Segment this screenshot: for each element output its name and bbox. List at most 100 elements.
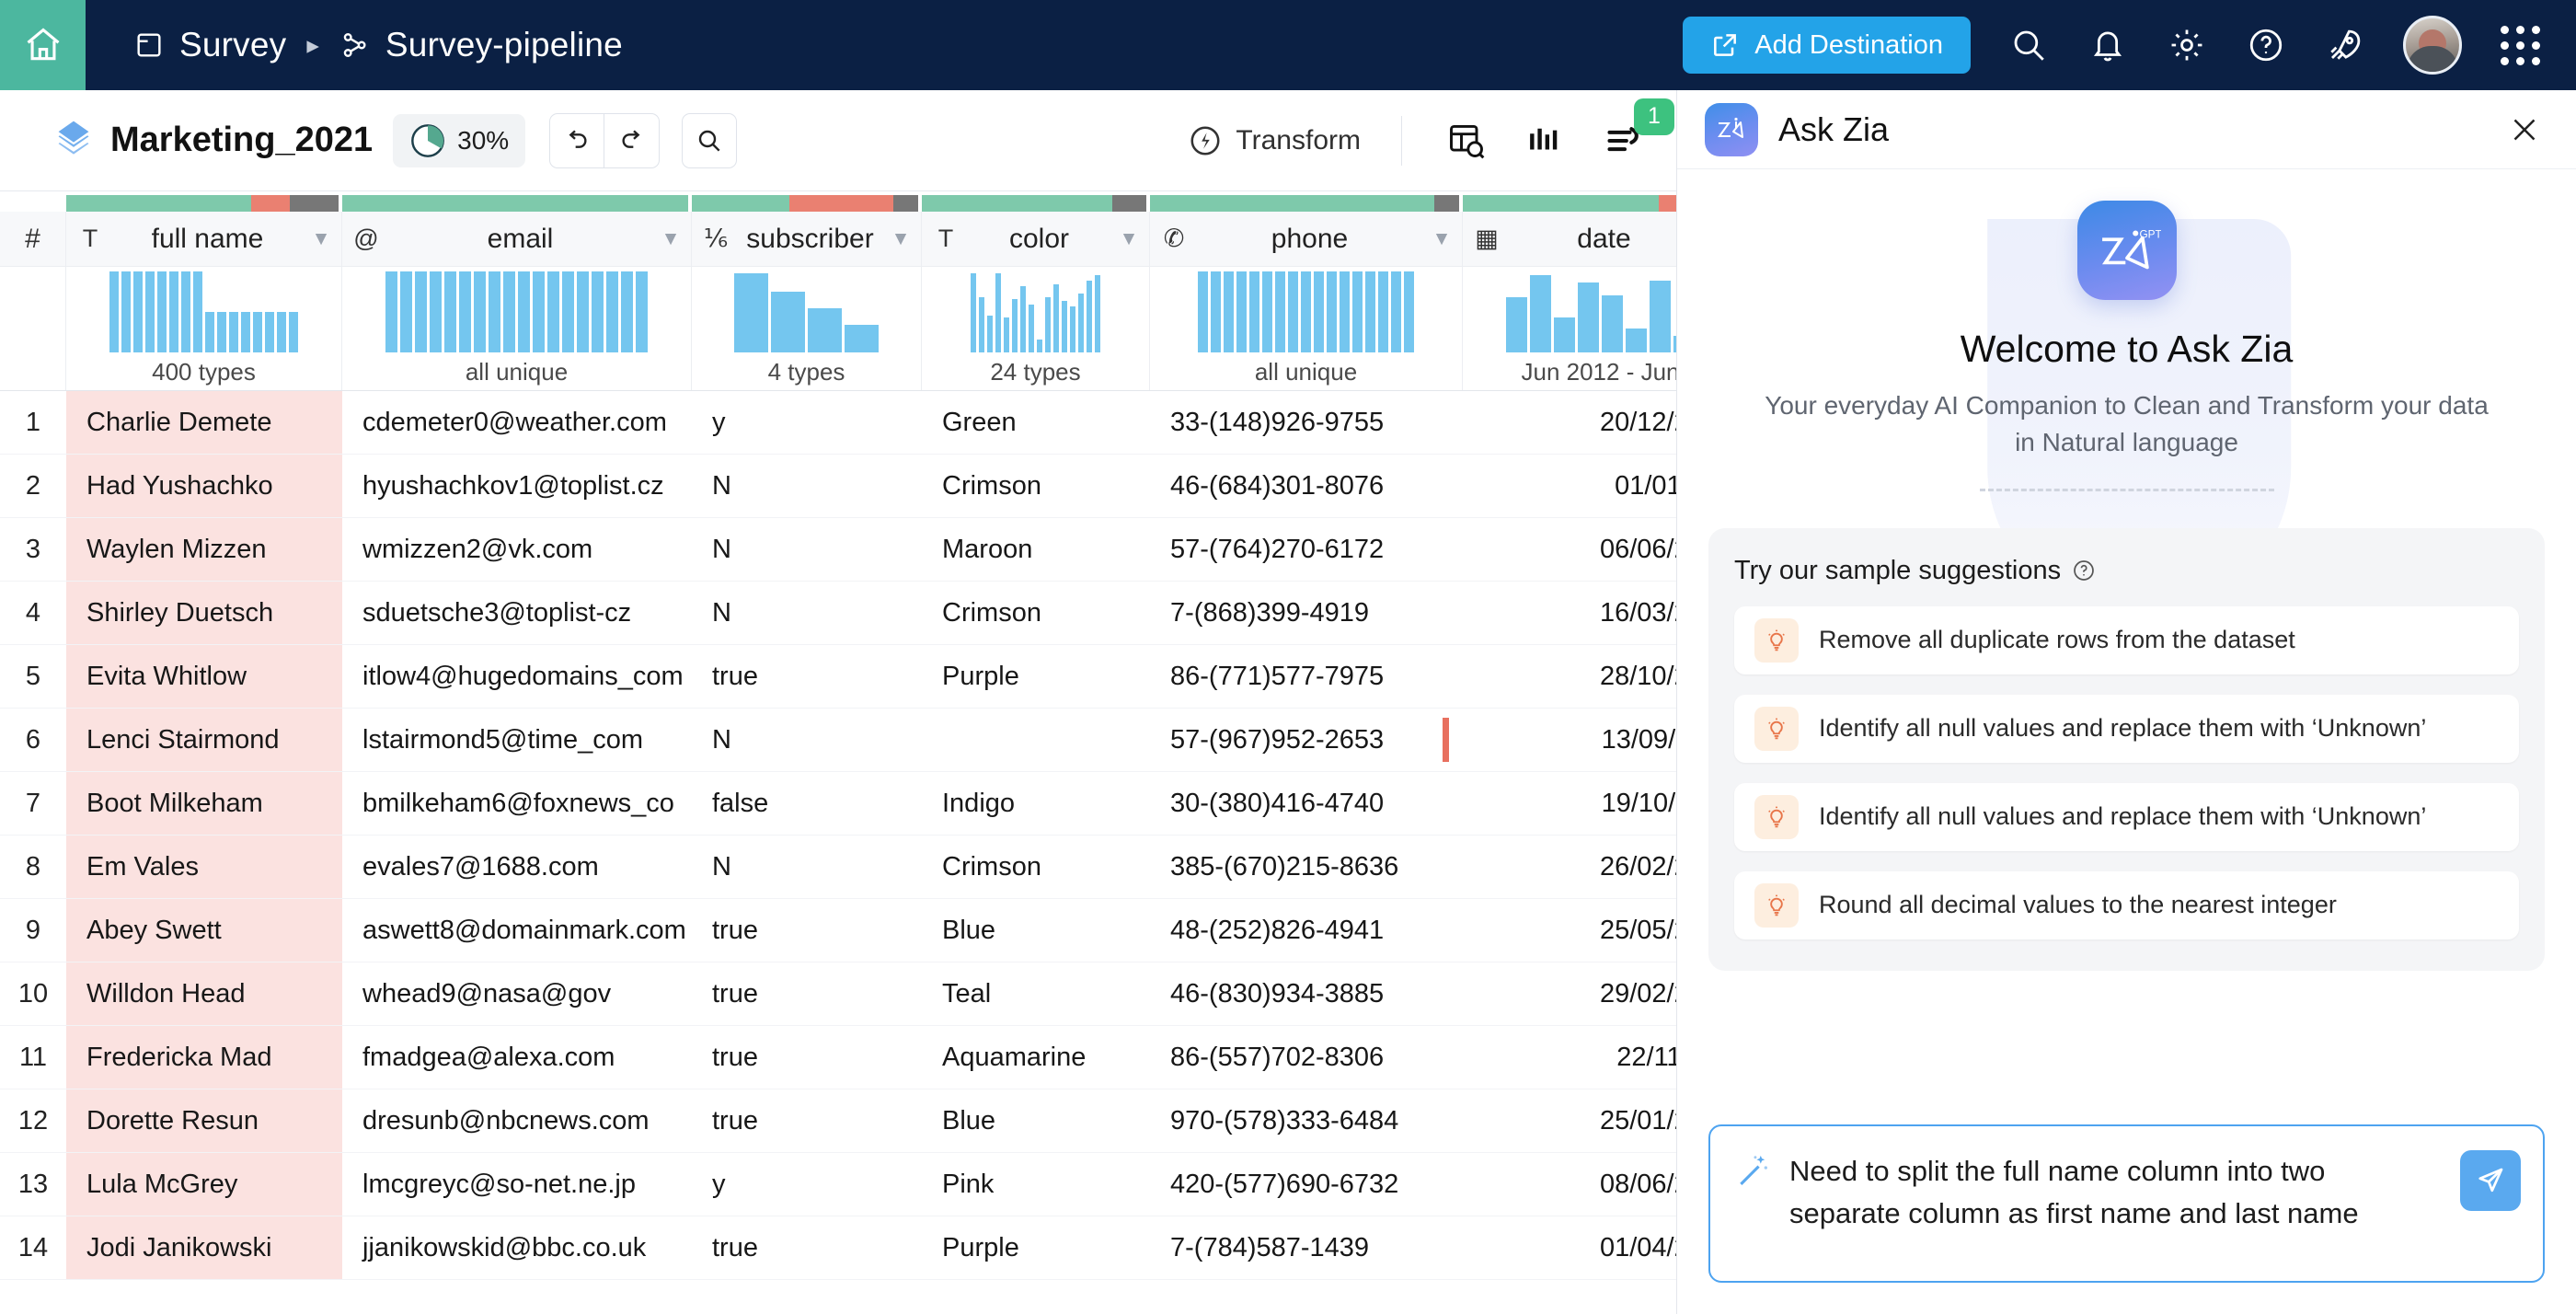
cell-email[interactable]: lstairmond5@time_com <box>342 709 692 771</box>
cell-color[interactable]: Teal <box>922 962 1150 1025</box>
breadcrumb-item-survey[interactable]: Survey <box>133 26 286 64</box>
cell-phone[interactable]: 33-(148)926-9755 <box>1150 391 1463 454</box>
cell-full-name[interactable]: Boot Milkeham <box>66 772 342 835</box>
cell-email[interactable]: aswett8@domainmark.com <box>342 899 692 962</box>
cell-subscriber[interactable]: true <box>692 645 922 708</box>
table-row[interactable]: 14Jodi Janikowskijjanikowskid@bbc.co.ukt… <box>0 1216 1676 1280</box>
cell-email[interactable]: jjanikowskid@bbc.co.uk <box>342 1216 692 1279</box>
cell-subscriber[interactable]: false <box>692 772 922 835</box>
cell-date[interactable]: 20/12/201 <box>1463 391 1676 454</box>
table-search-button[interactable] <box>682 113 737 168</box>
cell-full-name[interactable]: Dorette Resun <box>66 1089 342 1152</box>
cell-color[interactable]: Green <box>922 391 1150 454</box>
cell-phone[interactable]: 7-(784)587-1439 <box>1150 1216 1463 1279</box>
cell-phone[interactable]: 48-(252)826-4941 <box>1150 899 1463 962</box>
undo-button[interactable] <box>549 113 604 168</box>
cell-color[interactable]: Crimson <box>922 582 1150 644</box>
cell-date[interactable]: 29/02/201 <box>1463 962 1676 1025</box>
column-header-subscriber[interactable]: ⅙subscriber▼ <box>692 212 922 267</box>
cell-color[interactable] <box>922 709 1150 771</box>
breadcrumb-item-pipeline[interactable]: Survey-pipeline <box>339 26 623 64</box>
table-row[interactable]: 3Waylen Mizzenwmizzen2@vk.comNMaroon57-(… <box>0 518 1676 582</box>
cell-date[interactable]: 13/09/2k1 <box>1463 709 1676 771</box>
cell-full-name[interactable]: Charlie Demete <box>66 391 342 454</box>
cell-phone[interactable]: 86-(557)702-8306 <box>1150 1026 1463 1089</box>
column-header-color[interactable]: Tcolor▼ <box>922 212 1150 267</box>
table-row[interactable]: 5Evita Whitlowitlow4@hugedomains_comtrue… <box>0 645 1676 709</box>
cell-date[interactable]: 19/10/2k1 <box>1463 772 1676 835</box>
suggestion-card-2[interactable]: Identify all null values and replace the… <box>1734 695 2519 763</box>
cell-phone[interactable]: 30-(380)416-4740 <box>1150 772 1463 835</box>
cell-subscriber[interactable]: y <box>692 391 922 454</box>
cell-email[interactable]: wmizzen2@vk.com <box>342 518 692 581</box>
cell-color[interactable]: Crimson <box>922 836 1150 898</box>
cell-full-name[interactable]: Jodi Janikowski <box>66 1216 342 1279</box>
cell-date[interactable]: 25/05/201 <box>1463 899 1676 962</box>
cell-date[interactable]: 22/11/20 <box>1463 1026 1676 1089</box>
cell-phone[interactable]: 385-(670)215-8636 <box>1150 836 1463 898</box>
cell-phone[interactable]: 57-(967)952-2653 <box>1150 709 1463 771</box>
cell-full-name[interactable]: Fredericka Mad <box>66 1026 342 1089</box>
cell-email[interactable]: itlow4@hugedomains_com <box>342 645 692 708</box>
cell-date[interactable]: 08/06/201 <box>1463 1153 1676 1216</box>
table-row[interactable]: 9Abey Swett aswett8@domainmark.comtrueBl… <box>0 899 1676 962</box>
cell-email[interactable]: fmadgea@alexa.com <box>342 1026 692 1089</box>
close-icon[interactable] <box>2506 111 2543 148</box>
cell-date[interactable]: 01/01/20 <box>1463 455 1676 517</box>
cell-phone[interactable]: 46-(684)301-8076 <box>1150 455 1463 517</box>
cell-color[interactable]: Purple <box>922 645 1150 708</box>
chevron-down-icon[interactable]: ▼ <box>301 228 341 250</box>
column-stats-phone[interactable]: all unique <box>1150 267 1463 390</box>
table-row[interactable]: 4Shirley Duetsch sduetsche3@toplist-czNC… <box>0 582 1676 645</box>
cell-color[interactable]: Crimson <box>922 455 1150 517</box>
column-stats-color[interactable]: 24 types <box>922 267 1150 390</box>
table-row[interactable]: 13Lula McGreylmcgreyc@so-net.ne.jpyPink4… <box>0 1153 1676 1216</box>
table-row[interactable]: 7Boot Milkehambmilkeham6@foxnews_cofalse… <box>0 772 1676 836</box>
cell-phone[interactable]: 46-(830)934-3885 <box>1150 962 1463 1025</box>
cell-date[interactable]: 28/10/201 <box>1463 645 1676 708</box>
cell-color[interactable]: Purple <box>922 1216 1150 1279</box>
prompt-input[interactable] <box>1789 1150 2444 1251</box>
cell-full-name[interactable]: Abey Swett <box>66 899 342 962</box>
cell-full-name[interactable]: Waylen Mizzen <box>66 518 342 581</box>
column-stats-icon[interactable] <box>1522 117 1570 165</box>
column-stats-email[interactable]: all unique <box>342 267 692 390</box>
table-search-icon[interactable] <box>1443 117 1490 165</box>
cell-subscriber[interactable]: N <box>692 455 922 517</box>
help-circle-icon[interactable] <box>2072 559 2096 582</box>
cell-subscriber[interactable]: true <box>692 962 922 1025</box>
prompt-container[interactable] <box>1708 1124 2545 1283</box>
chevron-down-icon[interactable]: ▼ <box>650 228 691 250</box>
column-header-date[interactable]: ▦date▼ <box>1463 212 1676 267</box>
table-row[interactable]: 10Willdon Headwhead9@nasa@govtrueTeal46-… <box>0 962 1676 1026</box>
table-row[interactable]: 11Fredericka Madfmadgea@alexa.comtrueAqu… <box>0 1026 1676 1089</box>
column-header-email[interactable]: @email▼ <box>342 212 692 267</box>
cell-subscriber[interactable]: true <box>692 1089 922 1152</box>
cell-phone[interactable]: 420-(577)690-6732 <box>1150 1153 1463 1216</box>
cell-phone[interactable]: 86-(771)577-7975 <box>1150 645 1463 708</box>
table-row[interactable]: 8Em Valesevales7@1688.comNCrimson385-(67… <box>0 836 1676 899</box>
cell-subscriber[interactable]: N <box>692 836 922 898</box>
add-destination-button[interactable]: Add Destination <box>1683 17 1971 74</box>
column-header-full-name[interactable]: Tfull name▼ <box>66 212 342 267</box>
cell-full-name[interactable]: Evita Whitlow <box>66 645 342 708</box>
suggestion-card-1[interactable]: Remove all duplicate rows from the datas… <box>1734 606 2519 674</box>
chevron-down-icon[interactable]: ▼ <box>1109 228 1149 250</box>
cell-full-name[interactable]: Had Yushachko <box>66 455 342 517</box>
cell-full-name[interactable]: Shirley Duetsch <box>66 582 342 644</box>
table-row[interactable]: 6Lenci Stairmondlstairmond5@time_comN57-… <box>0 709 1676 772</box>
cell-date[interactable]: 06/06/201 <box>1463 518 1676 581</box>
cell-date[interactable]: 16/03/201 <box>1463 582 1676 644</box>
cell-email[interactable]: dresunb@nbcnews.com <box>342 1089 692 1152</box>
avatar[interactable] <box>2403 16 2462 75</box>
table-row[interactable]: 12Dorette Resundresunb@nbcnews.comtrueBl… <box>0 1089 1676 1153</box>
column-header-phone[interactable]: ✆phone▼ <box>1150 212 1463 267</box>
cell-color[interactable]: Blue <box>922 1089 1150 1152</box>
column-stats-full-name[interactable]: 400 types <box>66 267 342 390</box>
cell-full-name[interactable]: Em Vales <box>66 836 342 898</box>
redo-button[interactable] <box>604 113 660 168</box>
cell-color[interactable]: Aquamarine <box>922 1026 1150 1089</box>
cell-email[interactable]: evales7@1688.com <box>342 836 692 898</box>
bell-icon[interactable] <box>2087 24 2129 66</box>
table-row[interactable]: 2Had Yushachkohyushachkov1@toplist.czNCr… <box>0 455 1676 518</box>
